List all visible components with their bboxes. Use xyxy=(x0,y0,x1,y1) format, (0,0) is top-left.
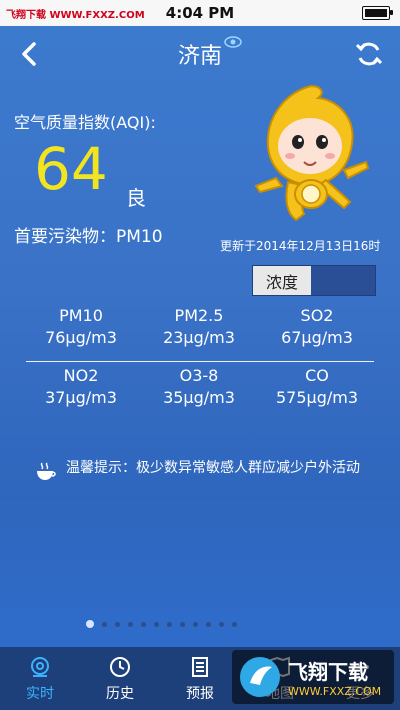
pollutant-name: CO xyxy=(305,366,329,385)
aqi-value: 64 xyxy=(34,135,108,203)
page-dot[interactable] xyxy=(232,621,237,627)
pollutant-row: NO2 37μg/m3 O3-8 35μg/m3 CO 575μg/m3 xyxy=(22,366,378,407)
tab-label: 预报 xyxy=(186,685,214,702)
pollutant-cell: CO 575μg/m3 xyxy=(258,366,376,407)
tip-text: 温馨提示：极少数异常敏感人群应减少户外活动 xyxy=(66,460,360,476)
pollutant-value: 76μg/m3 xyxy=(45,328,117,347)
header: 济南 xyxy=(0,26,400,82)
tab-forecast[interactable]: 预报 xyxy=(160,647,240,710)
pollutant-cell: NO2 37μg/m3 xyxy=(22,366,140,407)
status-bar: 飞翔下载 WWW.FXXZ.COM 4:04 PM xyxy=(0,0,400,26)
tea-cup-icon xyxy=(37,462,56,480)
page-dot[interactable] xyxy=(206,621,211,627)
page-dot[interactable] xyxy=(141,621,146,627)
pollutant-name: NO2 xyxy=(63,366,99,385)
refresh-icon[interactable] xyxy=(354,39,384,69)
update-time: 更新于2014年12月13日16时 xyxy=(220,239,381,253)
pollutant-value: 67μg/m3 xyxy=(281,328,353,347)
watermark-text: 飞翔下载 WWW.FXXZ.COM xyxy=(288,656,381,698)
watermark-logo-icon xyxy=(240,657,280,697)
page-indicator[interactable] xyxy=(86,620,237,628)
page-dot[interactable] xyxy=(180,621,185,627)
site-label: 飞翔下载 WWW.FXXZ.COM xyxy=(6,10,145,21)
page-dot[interactable] xyxy=(193,621,198,627)
pollutant-row: PM10 76μg/m3 PM2.5 23μg/m3 SO2 67μg/m3 xyxy=(22,306,378,347)
realtime-icon xyxy=(31,656,49,677)
toggle-label: 浓度 xyxy=(253,266,311,295)
pollutant-grid: PM10 76μg/m3 PM2.5 23μg/m3 SO2 67μg/m3 N… xyxy=(22,306,378,407)
pollutant-cell: PM10 76μg/m3 xyxy=(22,306,140,347)
pollutant-value: 575μg/m3 xyxy=(275,388,359,407)
page-dot[interactable] xyxy=(154,621,159,627)
tab-label: 历史 xyxy=(106,685,134,702)
pollutant-value: 35μg/m3 xyxy=(163,388,235,407)
history-icon xyxy=(110,656,130,677)
watermark-title: 飞翔下载 xyxy=(288,660,368,684)
eye-icon xyxy=(224,36,242,48)
mascot-image xyxy=(254,84,370,222)
watermark-url: WWW.FXXZ.COM xyxy=(288,685,382,698)
tab-realtime[interactable]: 实时 xyxy=(0,647,80,710)
pollutant-cell: PM2.5 23μg/m3 xyxy=(140,306,258,347)
primary-pollutant: 首要污染物：PM10 xyxy=(14,227,163,247)
watermark: 飞翔下载 WWW.FXXZ.COM xyxy=(232,650,394,704)
aqi-label: 空气质量指数(AQI): xyxy=(14,113,156,132)
page-dot[interactable] xyxy=(86,620,94,628)
battery-icon xyxy=(362,6,393,20)
pollutant-name: PM2.5 xyxy=(174,306,224,325)
aqi-grade: 良 xyxy=(126,186,146,210)
tab-label: 实时 xyxy=(26,685,54,702)
page-dot[interactable] xyxy=(102,621,107,627)
back-icon[interactable] xyxy=(16,40,44,68)
concentration-toggle[interactable]: 浓度 xyxy=(252,265,376,296)
pollutant-name: SO2 xyxy=(300,306,334,325)
page-dot[interactable] xyxy=(219,621,224,627)
page-dot[interactable] xyxy=(128,621,133,627)
grid-divider xyxy=(26,361,374,362)
pollutant-cell: SO2 67μg/m3 xyxy=(258,306,376,347)
pollutant-cell: O3-8 35μg/m3 xyxy=(140,366,258,407)
forecast-icon xyxy=(192,656,208,677)
page-dot[interactable] xyxy=(167,621,172,627)
page-dot[interactable] xyxy=(115,621,120,627)
tab-history[interactable]: 历史 xyxy=(80,647,160,710)
pollutant-value: 23μg/m3 xyxy=(163,328,235,347)
pollutant-name: O3-8 xyxy=(179,366,219,385)
status-time: 4:04 PM xyxy=(165,4,235,22)
pollutant-value: 37μg/m3 xyxy=(45,388,117,407)
page-title: 济南 xyxy=(177,44,222,69)
pollutant-name: PM10 xyxy=(59,306,103,325)
